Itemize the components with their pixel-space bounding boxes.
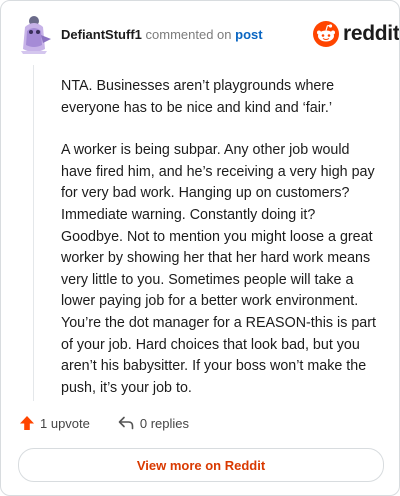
upvote-button[interactable]: 1 upvote [19,415,90,431]
thread-line [33,65,34,401]
comment-paragraph: NTA. Businesses aren’t playgrounds where… [61,78,335,116]
reddit-logo-icon [313,21,339,47]
replies-count: 0 replies [139,415,190,431]
post-link[interactable]: post [235,27,262,42]
comment-embed-card: DefiantStuff1 commented on post reddit N… [0,0,400,496]
comment-actions: 1 upvote 0 replies [19,415,189,431]
comment-paragraph: A worker is being subpar. Any other job … [61,142,376,396]
reddit-logo[interactable]: reddit [313,21,400,47]
reply-arrow-icon [118,416,134,430]
upvote-count: 1 upvote [40,415,90,431]
reddit-logo-text: reddit [343,22,400,45]
user-avatar-icon[interactable] [15,15,53,55]
view-more-button[interactable]: View more on Reddit [18,448,384,482]
username[interactable]: DefiantStuff1 [61,27,142,42]
replies-button[interactable]: 0 replies [118,416,189,431]
action-text: commented on [145,27,232,42]
comment-body: NTA. Businesses aren’t playgrounds where… [61,76,381,420]
comment-header: DefiantStuff1 commented on post [61,27,263,43]
upvote-arrow-icon [20,416,34,430]
